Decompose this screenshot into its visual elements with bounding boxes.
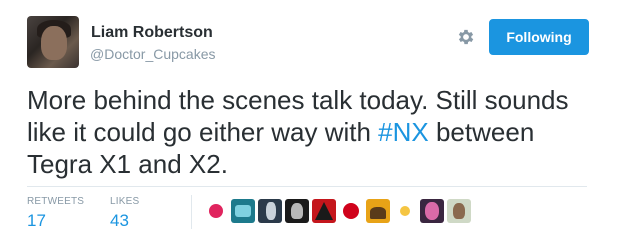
- author-handle[interactable]: @Doctor_Cupcakes: [90, 46, 216, 62]
- liker-avatars: [204, 199, 471, 223]
- liker-avatar-7[interactable]: [366, 199, 390, 223]
- stats-separator: [191, 195, 192, 229]
- liker-avatar-9[interactable]: [420, 199, 444, 223]
- hashtag-link[interactable]: #NX: [378, 117, 429, 147]
- liker-avatar-8-detail: [400, 206, 410, 216]
- likes-count: 43: [110, 211, 129, 230]
- liker-avatar-2-detail: [235, 205, 251, 217]
- liker-avatar-10[interactable]: [447, 199, 471, 223]
- liker-avatar-8[interactable]: [393, 199, 417, 223]
- liker-avatar-6-detail: [343, 203, 359, 219]
- likes-label: LIKES: [110, 196, 140, 207]
- author-avatar[interactable]: [27, 16, 79, 68]
- retweets-count: 17: [27, 211, 46, 230]
- liker-avatar-3-detail: [266, 202, 276, 220]
- likes-stat[interactable]: LIKES 43: [110, 196, 139, 231]
- liker-avatar-4-detail: [291, 203, 303, 219]
- liker-avatar-5[interactable]: [312, 199, 336, 223]
- liker-avatar-9-detail: [425, 202, 439, 220]
- liker-avatar-6[interactable]: [339, 199, 363, 223]
- avatar-face: [41, 26, 67, 60]
- liker-avatar-1-detail: [209, 204, 223, 218]
- stats-divider: [27, 186, 587, 187]
- author-name[interactable]: Liam Robertson: [91, 24, 213, 42]
- liker-avatar-4[interactable]: [285, 199, 309, 223]
- tweet-text: More behind the scenes talk today. Still…: [27, 84, 587, 180]
- liker-avatar-5-detail: [315, 202, 333, 220]
- gear-icon[interactable]: [456, 27, 476, 47]
- liker-avatar-3[interactable]: [258, 199, 282, 223]
- liker-avatar-10-detail: [453, 203, 465, 219]
- liker-avatar-1[interactable]: [204, 199, 228, 223]
- liker-avatar-2[interactable]: [231, 199, 255, 223]
- liker-avatar-7-detail: [370, 207, 386, 219]
- tweet-card: Liam Robertson @Doctor_Cupcakes Followin…: [0, 0, 622, 241]
- retweets-stat[interactable]: RETWEETS 17: [27, 196, 84, 231]
- retweets-label: RETWEETS: [27, 196, 85, 207]
- following-button[interactable]: Following: [489, 19, 589, 55]
